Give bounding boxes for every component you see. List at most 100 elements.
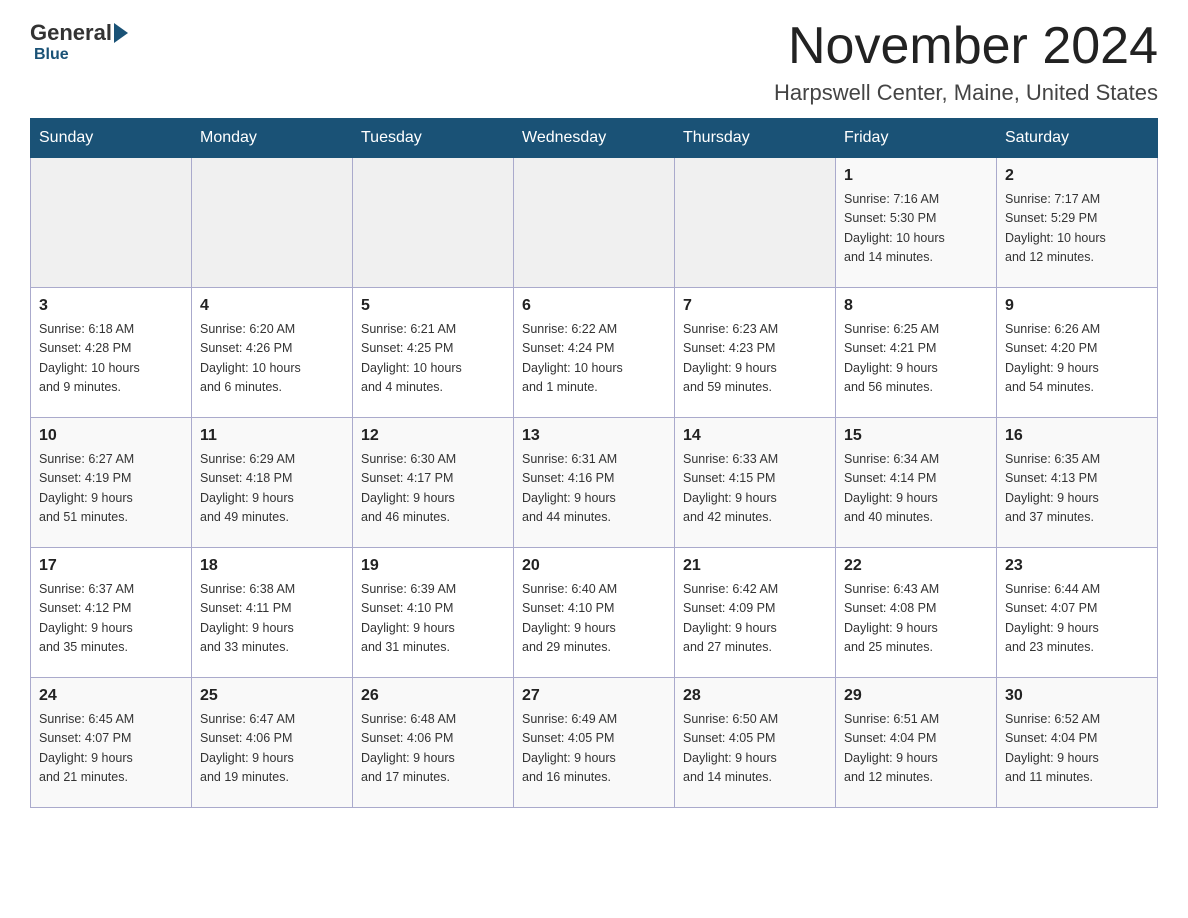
- day-number: 18: [200, 554, 344, 578]
- day-number: 1: [844, 164, 988, 188]
- calendar-cell: 28Sunrise: 6:50 AM Sunset: 4:05 PM Dayli…: [675, 678, 836, 808]
- weekday-header-thursday: Thursday: [675, 119, 836, 158]
- day-number: 13: [522, 424, 666, 448]
- weekday-header-wednesday: Wednesday: [514, 119, 675, 158]
- day-number: 11: [200, 424, 344, 448]
- day-info: Sunrise: 6:51 AM Sunset: 4:04 PM Dayligh…: [844, 710, 988, 788]
- calendar-cell: 19Sunrise: 6:39 AM Sunset: 4:10 PM Dayli…: [353, 548, 514, 678]
- day-number: 24: [39, 684, 183, 708]
- day-number: 6: [522, 294, 666, 318]
- calendar-cell: [192, 158, 353, 288]
- calendar-body: 1Sunrise: 7:16 AM Sunset: 5:30 PM Daylig…: [31, 158, 1158, 808]
- day-info: Sunrise: 6:20 AM Sunset: 4:26 PM Dayligh…: [200, 320, 344, 398]
- logo: General Blue: [30, 20, 130, 64]
- day-info: Sunrise: 6:26 AM Sunset: 4:20 PM Dayligh…: [1005, 320, 1149, 398]
- day-number: 10: [39, 424, 183, 448]
- day-info: Sunrise: 6:18 AM Sunset: 4:28 PM Dayligh…: [39, 320, 183, 398]
- calendar-cell: 2Sunrise: 7:17 AM Sunset: 5:29 PM Daylig…: [997, 158, 1158, 288]
- weekday-header-tuesday: Tuesday: [353, 119, 514, 158]
- weekday-header-monday: Monday: [192, 119, 353, 158]
- day-number: 20: [522, 554, 666, 578]
- day-number: 8: [844, 294, 988, 318]
- logo-general: General: [30, 20, 112, 46]
- title-block: November 2024 Harpswell Center, Maine, U…: [774, 20, 1158, 106]
- day-number: 23: [1005, 554, 1149, 578]
- calendar-cell: [675, 158, 836, 288]
- day-info: Sunrise: 6:33 AM Sunset: 4:15 PM Dayligh…: [683, 450, 827, 528]
- day-number: 5: [361, 294, 505, 318]
- calendar-cell: 27Sunrise: 6:49 AM Sunset: 4:05 PM Dayli…: [514, 678, 675, 808]
- day-info: Sunrise: 6:35 AM Sunset: 4:13 PM Dayligh…: [1005, 450, 1149, 528]
- calendar-table: SundayMondayTuesdayWednesdayThursdayFrid…: [30, 118, 1158, 808]
- calendar-cell: [514, 158, 675, 288]
- day-info: Sunrise: 6:42 AM Sunset: 4:09 PM Dayligh…: [683, 580, 827, 658]
- calendar-cell: 17Sunrise: 6:37 AM Sunset: 4:12 PM Dayli…: [31, 548, 192, 678]
- calendar-week-row: 1Sunrise: 7:16 AM Sunset: 5:30 PM Daylig…: [31, 158, 1158, 288]
- day-number: 19: [361, 554, 505, 578]
- day-info: Sunrise: 6:34 AM Sunset: 4:14 PM Dayligh…: [844, 450, 988, 528]
- weekday-header-sunday: Sunday: [31, 119, 192, 158]
- calendar-cell: 13Sunrise: 6:31 AM Sunset: 4:16 PM Dayli…: [514, 418, 675, 548]
- weekday-header-row: SundayMondayTuesdayWednesdayThursdayFrid…: [31, 119, 1158, 158]
- calendar-cell: 26Sunrise: 6:48 AM Sunset: 4:06 PM Dayli…: [353, 678, 514, 808]
- calendar-cell: [31, 158, 192, 288]
- day-info: Sunrise: 6:47 AM Sunset: 4:06 PM Dayligh…: [200, 710, 344, 788]
- weekday-header-friday: Friday: [836, 119, 997, 158]
- calendar-cell: 21Sunrise: 6:42 AM Sunset: 4:09 PM Dayli…: [675, 548, 836, 678]
- calendar-cell: 4Sunrise: 6:20 AM Sunset: 4:26 PM Daylig…: [192, 288, 353, 418]
- calendar-title: November 2024: [774, 20, 1158, 72]
- day-number: 25: [200, 684, 344, 708]
- day-info: Sunrise: 6:30 AM Sunset: 4:17 PM Dayligh…: [361, 450, 505, 528]
- calendar-cell: 6Sunrise: 6:22 AM Sunset: 4:24 PM Daylig…: [514, 288, 675, 418]
- calendar-week-row: 10Sunrise: 6:27 AM Sunset: 4:19 PM Dayli…: [31, 418, 1158, 548]
- day-number: 26: [361, 684, 505, 708]
- calendar-cell: 29Sunrise: 6:51 AM Sunset: 4:04 PM Dayli…: [836, 678, 997, 808]
- calendar-cell: 5Sunrise: 6:21 AM Sunset: 4:25 PM Daylig…: [353, 288, 514, 418]
- calendar-cell: 18Sunrise: 6:38 AM Sunset: 4:11 PM Dayli…: [192, 548, 353, 678]
- calendar-cell: 7Sunrise: 6:23 AM Sunset: 4:23 PM Daylig…: [675, 288, 836, 418]
- day-info: Sunrise: 6:52 AM Sunset: 4:04 PM Dayligh…: [1005, 710, 1149, 788]
- day-number: 21: [683, 554, 827, 578]
- calendar-week-row: 3Sunrise: 6:18 AM Sunset: 4:28 PM Daylig…: [31, 288, 1158, 418]
- calendar-cell: 8Sunrise: 6:25 AM Sunset: 4:21 PM Daylig…: [836, 288, 997, 418]
- calendar-cell: 16Sunrise: 6:35 AM Sunset: 4:13 PM Dayli…: [997, 418, 1158, 548]
- day-info: Sunrise: 6:29 AM Sunset: 4:18 PM Dayligh…: [200, 450, 344, 528]
- calendar-header: SundayMondayTuesdayWednesdayThursdayFrid…: [31, 119, 1158, 158]
- calendar-cell: 20Sunrise: 6:40 AM Sunset: 4:10 PM Dayli…: [514, 548, 675, 678]
- day-number: 28: [683, 684, 827, 708]
- day-number: 7: [683, 294, 827, 318]
- calendar-cell: 22Sunrise: 6:43 AM Sunset: 4:08 PM Dayli…: [836, 548, 997, 678]
- day-info: Sunrise: 6:50 AM Sunset: 4:05 PM Dayligh…: [683, 710, 827, 788]
- day-number: 14: [683, 424, 827, 448]
- calendar-cell: 30Sunrise: 6:52 AM Sunset: 4:04 PM Dayli…: [997, 678, 1158, 808]
- logo-arrow-icon: [114, 23, 128, 43]
- day-info: Sunrise: 6:39 AM Sunset: 4:10 PM Dayligh…: [361, 580, 505, 658]
- calendar-cell: 25Sunrise: 6:47 AM Sunset: 4:06 PM Dayli…: [192, 678, 353, 808]
- day-number: 3: [39, 294, 183, 318]
- day-number: 12: [361, 424, 505, 448]
- calendar-cell: 1Sunrise: 7:16 AM Sunset: 5:30 PM Daylig…: [836, 158, 997, 288]
- calendar-cell: 11Sunrise: 6:29 AM Sunset: 4:18 PM Dayli…: [192, 418, 353, 548]
- day-number: 27: [522, 684, 666, 708]
- day-info: Sunrise: 6:21 AM Sunset: 4:25 PM Dayligh…: [361, 320, 505, 398]
- weekday-header-saturday: Saturday: [997, 119, 1158, 158]
- day-info: Sunrise: 6:22 AM Sunset: 4:24 PM Dayligh…: [522, 320, 666, 398]
- page-header: General Blue November 2024 Harpswell Cen…: [30, 20, 1158, 106]
- calendar-cell: 14Sunrise: 6:33 AM Sunset: 4:15 PM Dayli…: [675, 418, 836, 548]
- day-info: Sunrise: 6:44 AM Sunset: 4:07 PM Dayligh…: [1005, 580, 1149, 658]
- day-number: 4: [200, 294, 344, 318]
- day-number: 15: [844, 424, 988, 448]
- day-info: Sunrise: 6:31 AM Sunset: 4:16 PM Dayligh…: [522, 450, 666, 528]
- day-number: 2: [1005, 164, 1149, 188]
- day-info: Sunrise: 6:23 AM Sunset: 4:23 PM Dayligh…: [683, 320, 827, 398]
- day-number: 30: [1005, 684, 1149, 708]
- calendar-cell: 15Sunrise: 6:34 AM Sunset: 4:14 PM Dayli…: [836, 418, 997, 548]
- calendar-week-row: 17Sunrise: 6:37 AM Sunset: 4:12 PM Dayli…: [31, 548, 1158, 678]
- day-info: Sunrise: 6:25 AM Sunset: 4:21 PM Dayligh…: [844, 320, 988, 398]
- logo-blue: Blue: [34, 46, 69, 63]
- calendar-subtitle: Harpswell Center, Maine, United States: [774, 80, 1158, 106]
- calendar-cell: [353, 158, 514, 288]
- day-info: Sunrise: 6:27 AM Sunset: 4:19 PM Dayligh…: [39, 450, 183, 528]
- day-info: Sunrise: 6:38 AM Sunset: 4:11 PM Dayligh…: [200, 580, 344, 658]
- day-info: Sunrise: 6:43 AM Sunset: 4:08 PM Dayligh…: [844, 580, 988, 658]
